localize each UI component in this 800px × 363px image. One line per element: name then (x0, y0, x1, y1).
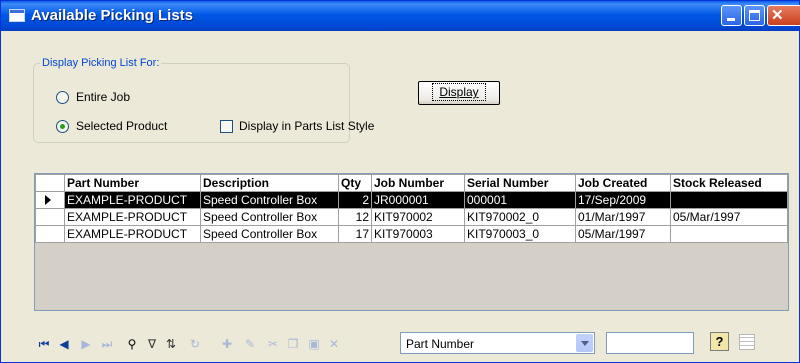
refresh-icon[interactable]: ↻ (187, 336, 203, 352)
cell-job-created[interactable]: 17/Sep/2009 (575, 191, 671, 209)
cancel-icon[interactable]: ✕ (326, 336, 342, 352)
title-bar[interactable]: Available Picking Lists (1, 1, 800, 31)
cell-serial-number[interactable]: KIT970002_0 (464, 208, 576, 226)
entire-job-label[interactable]: Entire Job (76, 90, 130, 104)
cell-job-created[interactable]: 05/Mar/1997 (575, 225, 671, 243)
picking-list-table: Part Number Description Qty Job Number S… (35, 174, 788, 243)
column-header[interactable]: Job Number (371, 174, 465, 192)
current-row-pointer-icon (45, 195, 51, 205)
search-field-select[interactable]: Part Number (400, 332, 595, 354)
cell-description[interactable]: Speed Controller Box (200, 208, 339, 226)
cell-qty[interactable]: 17 (338, 225, 372, 243)
display-button-label: Display (432, 83, 486, 101)
window-title: Available Picking Lists (31, 7, 194, 24)
table-row[interactable]: EXAMPLE-PRODUCT Speed Controller Box 17 … (35, 225, 788, 243)
delete-icon[interactable]: ✂ (265, 336, 281, 352)
next-record-icon[interactable]: ▶ (78, 336, 94, 352)
column-header[interactable]: Description (200, 174, 339, 192)
column-header[interactable]: Part Number (64, 174, 201, 192)
cell-job-number[interactable]: KIT970003 (371, 225, 465, 243)
parts-list-style-label[interactable]: Display in Parts List Style (239, 119, 374, 133)
cell-part-number[interactable]: EXAMPLE-PRODUCT (64, 208, 201, 226)
picking-list-grid[interactable]: Part Number Description Qty Job Number S… (34, 173, 789, 311)
display-button[interactable]: Display (418, 81, 500, 105)
row-indicator[interactable] (35, 208, 65, 226)
search-value-input[interactable] (606, 332, 694, 354)
prior-record-icon[interactable]: ◀ (56, 336, 72, 352)
selected-product-radio[interactable] (56, 120, 69, 133)
grid-view-icon[interactable] (739, 334, 755, 350)
row-indicator[interactable] (35, 191, 65, 209)
cell-part-number[interactable]: EXAMPLE-PRODUCT (64, 191, 201, 209)
column-header[interactable]: Serial Number (464, 174, 576, 192)
cell-stock-released[interactable] (670, 225, 788, 243)
cell-stock-released[interactable]: 05/Mar/1997 (670, 208, 788, 226)
picking-lists-window: Available Picking Lists Display Picking … (0, 0, 800, 363)
cell-job-number[interactable]: JR000001 (371, 191, 465, 209)
insert-icon[interactable]: ✚ (219, 336, 235, 352)
close-button[interactable] (767, 5, 800, 26)
table-header-row: Part Number Description Qty Job Number S… (35, 174, 788, 192)
column-header[interactable]: Job Created (575, 174, 671, 192)
table-row[interactable]: EXAMPLE-PRODUCT Speed Controller Box 2 J… (35, 191, 788, 209)
search-field-value: Part Number (406, 337, 475, 351)
edit-icon[interactable]: ✎ (242, 336, 258, 352)
find-icon[interactable]: ⚲ (124, 336, 140, 352)
save-icon[interactable]: ▣ (306, 336, 322, 352)
group-legend: Display Picking List For: (42, 57, 160, 69)
cell-description[interactable]: Speed Controller Box (200, 191, 339, 209)
cell-serial-number[interactable]: 000001 (464, 191, 576, 209)
cell-part-number[interactable]: EXAMPLE-PRODUCT (64, 225, 201, 243)
last-record-icon[interactable]: ⏭ (99, 336, 115, 352)
row-indicator[interactable] (35, 225, 65, 243)
minimize-button[interactable] (721, 5, 742, 26)
cell-job-number[interactable]: KIT970002 (371, 208, 465, 226)
column-header[interactable]: Stock Released (670, 174, 788, 192)
parts-list-style-checkbox[interactable] (220, 120, 233, 133)
filter-icon[interactable]: ∇ (144, 336, 160, 352)
cell-description[interactable]: Speed Controller Box (200, 225, 339, 243)
cell-job-created[interactable]: 01/Mar/1997 (575, 208, 671, 226)
entire-job-radio[interactable] (56, 91, 69, 104)
indicator-header (35, 174, 65, 192)
cell-serial-number[interactable]: KIT970003_0 (464, 225, 576, 243)
chevron-down-icon[interactable] (576, 334, 593, 352)
maximize-button[interactable] (744, 5, 765, 26)
sort-icon[interactable]: ⇅ (163, 336, 179, 352)
table-row[interactable]: EXAMPLE-PRODUCT Speed Controller Box 12 … (35, 208, 788, 226)
cell-qty[interactable]: 2 (338, 191, 372, 209)
window-icon (9, 9, 25, 22)
cell-qty[interactable]: 12 (338, 208, 372, 226)
help-icon[interactable]: ? (710, 332, 729, 351)
copy-icon[interactable]: ❐ (285, 336, 301, 352)
cell-stock-released[interactable] (670, 191, 788, 209)
selected-product-label[interactable]: Selected Product (76, 119, 167, 133)
first-record-icon[interactable]: ⏮ (36, 336, 52, 352)
column-header[interactable]: Qty (338, 174, 372, 192)
